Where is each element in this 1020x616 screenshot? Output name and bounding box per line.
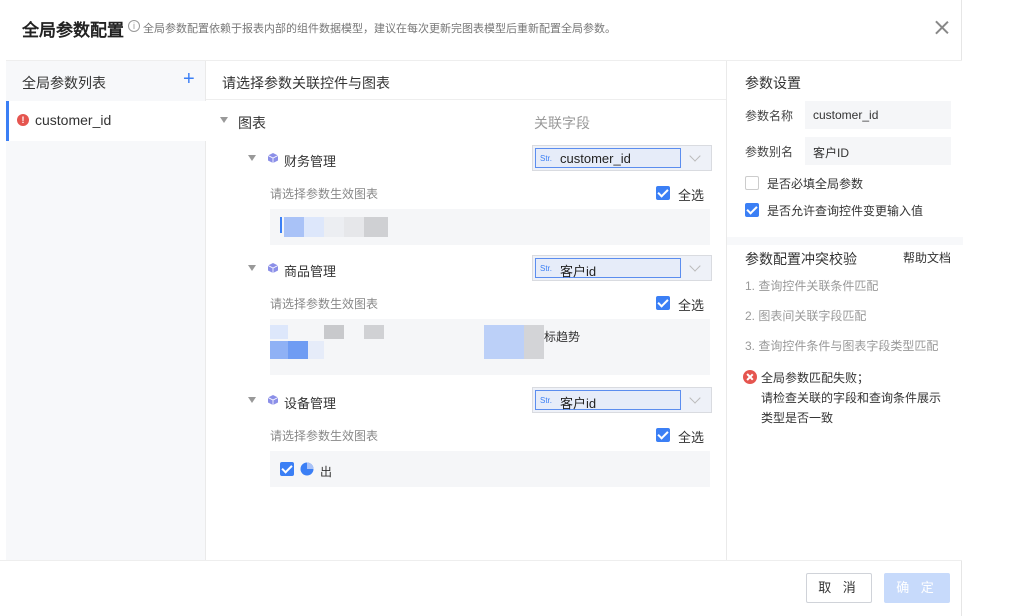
group-name: 设备管理 <box>284 396 337 411</box>
chevron-down-icon <box>689 392 701 404</box>
required-param-checkbox[interactable] <box>745 176 759 190</box>
chart-list: 出 <box>270 451 710 487</box>
field-column-header: 关联字段 <box>534 115 590 131</box>
required-param-label: 是否必填全局参数 <box>767 177 864 191</box>
chart-hint: 请选择参数生效图表 <box>270 297 379 311</box>
caret-down-icon[interactable] <box>248 155 256 161</box>
select-all-checkbox[interactable] <box>656 186 670 200</box>
error-line: 全局参数匹配失败； <box>761 371 870 385</box>
dialog-header: 全局参数配置 i 全局参数配置依赖于报表内部的组件数据模型，建议在每次更新完图表… <box>0 0 962 56</box>
blurred-content <box>304 217 324 237</box>
blurred-content <box>484 325 524 359</box>
string-type-tag: Str. <box>540 264 553 273</box>
blurred-content <box>324 325 344 339</box>
chart-item-label: 标趋势 <box>544 330 581 344</box>
help-doc-link[interactable]: 帮助文档 <box>903 249 951 266</box>
group-name: 商品管理 <box>284 264 337 279</box>
field-select[interactable]: Str. 客户id <box>532 387 712 413</box>
blurred-content <box>284 217 304 237</box>
cube-icon <box>268 395 278 405</box>
param-list-item-label: customer_id <box>35 112 112 128</box>
param-settings-title: 参数设置 <box>745 75 801 91</box>
blurred-content <box>288 341 308 359</box>
caret-down-icon[interactable] <box>248 265 256 271</box>
chart-hint: 请选择参数生效图表 <box>270 187 379 201</box>
cube-icon <box>268 263 278 273</box>
param-alias-label: 参数别名 <box>745 145 794 159</box>
error-icon <box>743 370 757 384</box>
check-step: 1. 查询控件关联条件匹配 <box>745 279 879 293</box>
blurred-content <box>270 325 288 339</box>
blurred-content <box>364 217 388 237</box>
field-select-value-box: Str. 客户id <box>535 390 681 411</box>
param-settings-panel: 参数设置 参数名称 customer_id 参数别名 客户ID 是否必填全局参数… <box>726 61 963 561</box>
field-select-value-box: Str. customer_id <box>535 148 681 168</box>
group-name: 财务管理 <box>284 154 337 169</box>
tree-root-label: 图表 <box>238 115 266 131</box>
caret-down-icon[interactable] <box>248 397 256 403</box>
chart-hint: 请选择参数生效图表 <box>270 429 379 443</box>
check-step: 3. 查询控件条件与图表字段类型匹配 <box>745 339 939 353</box>
dialog-footer: 取 消 确 定 <box>0 560 962 616</box>
param-alias-field[interactable]: 客户ID <box>805 137 951 165</box>
global-param-dialog: 全局参数配置 i 全局参数配置依赖于报表内部的组件数据模型，建议在每次更新完图表… <box>0 0 963 616</box>
param-name-label: 参数名称 <box>745 109 794 123</box>
pie-chart-icon <box>300 462 314 476</box>
dialog-body: 全局参数列表 + ! customer_id 请选择参数关联控件与图表 图表 关… <box>6 60 963 561</box>
field-select-value-box: Str. 客户id <box>535 258 681 279</box>
conflict-check-title: 参数配置冲突校验 <box>745 251 857 267</box>
cancel-button[interactable]: 取 消 <box>806 573 872 603</box>
info-icon: i <box>128 20 140 32</box>
plus-icon[interactable]: + <box>183 69 195 89</box>
check-error-message: 全局参数匹配失败； 请检查关联的字段和查询条件展示类型是否一致 <box>761 368 951 428</box>
dialog-title: 全局参数配置 <box>22 21 124 40</box>
chart-binding-title: 请选择参数关联控件与图表 <box>222 75 390 91</box>
param-list-item[interactable]: ! customer_id <box>6 101 206 141</box>
field-select[interactable]: Str. 客户id <box>532 255 712 281</box>
error-line: 请检查关联的字段和查询条件展示类型是否一致 <box>761 391 942 425</box>
param-name-field[interactable]: customer_id <box>805 101 951 129</box>
select-all-label: 全选 <box>678 430 705 445</box>
select-all-label: 全选 <box>678 298 705 313</box>
cube-icon <box>268 153 278 163</box>
field-select-value: 客户id <box>560 264 597 279</box>
chart-list: 标趋势 <box>270 319 710 375</box>
error-status-icon: ! <box>17 114 29 126</box>
select-all-checkbox[interactable] <box>656 428 670 442</box>
chart-binding-panel: 请选择参数关联控件与图表 图表 关联字段 财务管理 Str. customer_… <box>206 61 726 561</box>
param-list-panel: 全局参数列表 + ! customer_id <box>6 61 206 561</box>
allow-change-label: 是否允许查询控件变更输入值 <box>767 204 924 218</box>
allow-change-checkbox[interactable] <box>745 203 759 217</box>
blurred-content <box>364 325 384 339</box>
select-all-label: 全选 <box>678 188 705 203</box>
chart-item-checkbox[interactable] <box>280 462 294 476</box>
field-select-value: 客户id <box>560 396 597 411</box>
blurred-content <box>270 341 288 359</box>
string-type-tag: Str. <box>540 154 553 163</box>
divider <box>206 99 726 100</box>
confirm-button[interactable]: 确 定 <box>884 573 950 603</box>
chevron-down-icon <box>689 260 701 272</box>
chart-item-label: 出 <box>320 465 333 479</box>
chart-item-marker <box>280 217 282 233</box>
check-step: 2. 图表间关联字段匹配 <box>745 309 867 323</box>
chevron-down-icon <box>689 150 701 162</box>
chart-list <box>270 209 710 245</box>
caret-down-icon[interactable] <box>220 117 228 123</box>
close-icon[interactable] <box>932 18 952 38</box>
blurred-content <box>308 341 324 359</box>
field-select-value: customer_id <box>560 151 631 166</box>
blurred-content <box>344 217 364 237</box>
select-all-checkbox[interactable] <box>656 296 670 310</box>
string-type-tag: Str. <box>540 396 553 405</box>
divider <box>727 237 963 245</box>
blurred-content <box>324 217 344 237</box>
param-list-title: 全局参数列表 <box>22 75 106 91</box>
blurred-content <box>524 325 544 359</box>
dialog-subtitle: 全局参数配置依赖于报表内部的组件数据模型，建议在每次更新完图表模型后重新配置全局… <box>143 23 616 35</box>
field-select[interactable]: Str. customer_id <box>532 145 712 171</box>
